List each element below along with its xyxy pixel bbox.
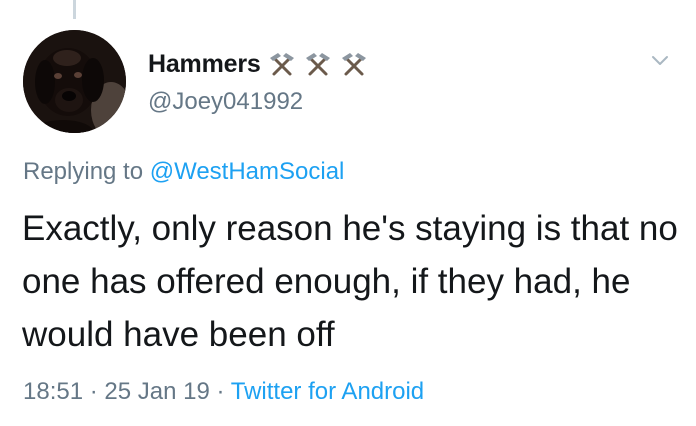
replying-to-line: Replying to @WestHamSocial — [23, 158, 344, 186]
hammer-pick-icon — [341, 53, 366, 76]
replying-to-label: Replying to — [23, 158, 144, 185]
thread-connector-line — [73, 0, 76, 19]
dog-avatar-icon — [23, 30, 126, 133]
meta-separator: · — [89, 378, 98, 405]
hammer-pick-icon — [305, 53, 330, 76]
meta-separator: · — [216, 378, 225, 405]
hammer-pick-icon — [269, 53, 294, 76]
reply-to-handle-link[interactable]: @WestHamSocial — [150, 158, 345, 185]
author-name-row[interactable]: Hammers — [148, 46, 369, 82]
author-handle[interactable]: @Joey041992 — [148, 88, 303, 116]
author-display-name[interactable]: Hammers — [148, 50, 261, 79]
tweet-date[interactable]: 25 Jan 19 — [104, 378, 209, 405]
avatar[interactable] — [23, 30, 126, 133]
tweet-time[interactable]: 18:51 — [23, 378, 83, 405]
tweet-text: Exactly, only reason he's staying is tha… — [22, 209, 678, 354]
tweet-source-link[interactable]: Twitter for Android — [231, 378, 424, 405]
chevron-down-icon[interactable] — [648, 48, 672, 72]
tweet-meta: 18:51 · 25 Jan 19 · Twitter for Android — [23, 378, 424, 406]
